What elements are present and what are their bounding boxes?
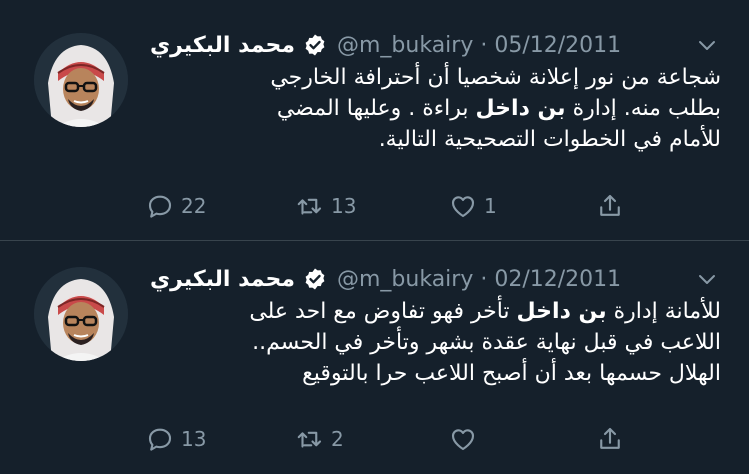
tweet-actions: 22 13 1 [145, 189, 655, 223]
reply-button[interactable]: 22 [145, 189, 206, 223]
display-name[interactable]: محمد البكيري [150, 267, 295, 292]
avatar[interactable] [34, 33, 128, 127]
chevron-down-icon[interactable] [695, 267, 719, 291]
tweet-header: محمد البكيري @m_bukairy · 02/12/2011 [150, 261, 719, 297]
tweet-line: للأمام في الخطوات التصحيحية التالية. [378, 127, 721, 152]
retweet-button[interactable]: 13 [295, 189, 356, 223]
tweet-line: بطلب منه. إدارة بن داخل براءة . وعليها ا… [276, 96, 721, 121]
retweet-icon [297, 198, 322, 215]
retweet-count: 13 [331, 194, 357, 218]
avatar[interactable] [34, 267, 128, 361]
chevron-down-icon[interactable] [695, 33, 719, 57]
like-button[interactable] [448, 422, 484, 456]
tweet[interactable]: محمد البكيري @m_bukairy · 05/12/2011 شجا… [0, 0, 749, 240]
tweet-actions: 13 2 [145, 422, 655, 456]
separator-dot: · [480, 266, 488, 292]
share-icon [600, 427, 620, 449]
highlighted-term: بن داخل [516, 299, 607, 324]
reply-button[interactable]: 13 [145, 422, 206, 456]
tweet[interactable]: محمد البكيري @m_bukairy · 02/12/2011 للأ… [0, 241, 749, 474]
tweet-text: للأمانة إدارة بن داخل تأخر فهو تفاوض مع … [150, 296, 721, 389]
share-button[interactable] [595, 189, 625, 223]
display-name[interactable]: محمد البكيري [150, 33, 295, 58]
like-count: 1 [484, 194, 497, 218]
tweet-meta: @m_bukairy · 02/12/2011 [337, 267, 621, 292]
tweet-line: للأمانة إدارة بن داخل تأخر فهو تفاوض مع … [249, 299, 721, 324]
tweet-header: محمد البكيري @m_bukairy · 05/12/2011 [150, 27, 719, 63]
reply-icon [148, 428, 172, 451]
like-icon [451, 429, 475, 451]
reply-count: 22 [181, 194, 207, 218]
tweet-line: شجاعة من نور إعلانة شخصيا أن أحترافة الخ… [270, 65, 721, 90]
handle[interactable]: @m_bukairy [337, 33, 473, 58]
tweet-text: شجاعة من نور إعلانة شخصيا أن أحترافة الخ… [150, 62, 721, 155]
tweet-line: اللاعب في قبل نهاية عقدة بشهر وتأخر في ا… [252, 330, 721, 355]
tweet-line: الهلال حسمها بعد أن أصبح اللاعب حرا بالت… [302, 361, 721, 386]
handle[interactable]: @m_bukairy [337, 267, 473, 292]
retweet-button[interactable]: 2 [295, 422, 344, 456]
highlighted-term: بن داخل [475, 96, 566, 121]
separator-dot: · [480, 32, 488, 58]
like-button[interactable]: 1 [448, 189, 497, 223]
share-icon [600, 194, 620, 216]
reply-icon [148, 195, 172, 218]
reply-count: 13 [181, 427, 207, 451]
retweet-icon [297, 431, 322, 448]
verified-badge-icon [303, 33, 327, 57]
tweet-date[interactable]: 02/12/2011 [494, 267, 621, 292]
verified-badge-icon [303, 267, 327, 291]
share-button[interactable] [595, 422, 625, 456]
tweet-meta: @m_bukairy · 05/12/2011 [337, 33, 621, 58]
retweet-count: 2 [331, 427, 344, 451]
tweet-date[interactable]: 05/12/2011 [494, 33, 621, 58]
like-icon [451, 196, 475, 218]
